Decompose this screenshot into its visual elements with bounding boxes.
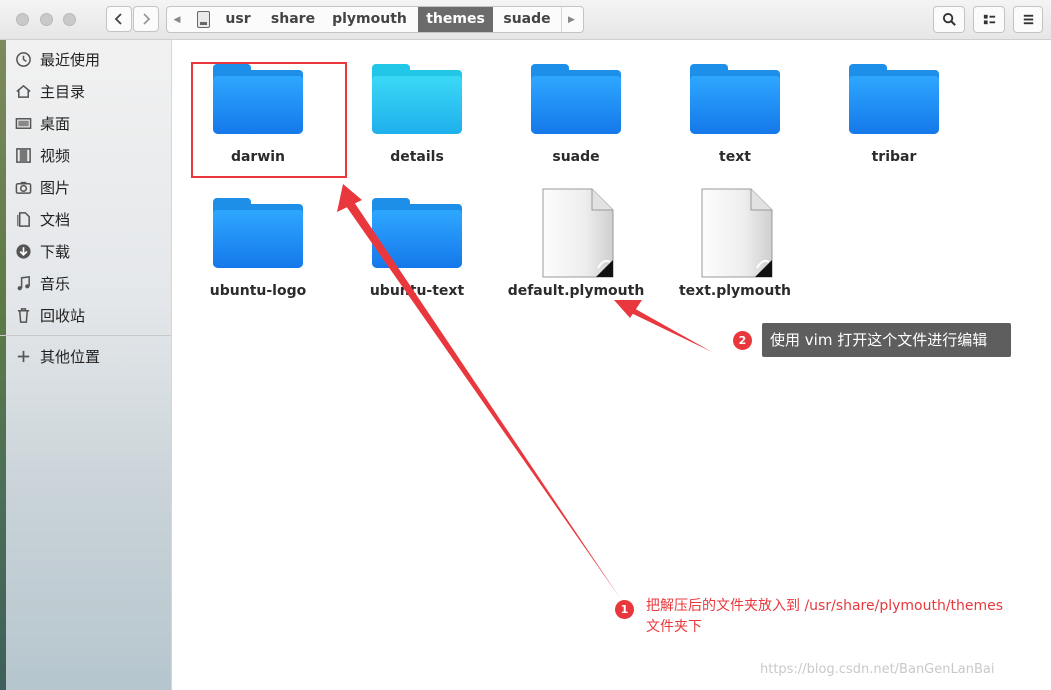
step-1-note-line1: 把解压后的文件夹放入到 /usr/share/plymouth/themes [646,598,1004,614]
folder-icon [531,64,621,134]
step-2-callout: 使用 vim 打开这个文件进行编辑 [762,323,1011,357]
file-name: text.plymouth [678,283,791,299]
sidebar-item-label: 最近使用 [40,50,101,69]
file-item-text-plymouth[interactable]: text.plymouth [660,188,810,326]
trash-icon [14,306,32,324]
music-icon [14,274,32,292]
file-name: default.plymouth [507,283,645,299]
breadcrumb-item-themes[interactable]: themes [418,7,493,32]
clock-icon [14,50,32,68]
sidebar-item-label: 桌面 [40,114,71,133]
file-item-ubuntu-logo[interactable]: ubuntu-logo [183,196,333,326]
desktop-icon [14,114,32,132]
sidebar-item-label: 文档 [40,210,71,229]
sidebar-item-label: 其他位置 [40,347,101,366]
film-icon [14,146,32,164]
sidebar-divider [0,335,171,336]
sidebar-item-pictures[interactable]: 图片 [14,173,70,201]
breadcrumb-item-suade[interactable]: suade [495,7,559,32]
folder-icon [849,64,939,134]
file-name: ubuntu-logo [209,283,307,299]
window-minimize-dot[interactable] [40,13,53,26]
file-item-text[interactable]: text [660,62,810,192]
forward-button[interactable] [133,6,159,32]
breadcrumb-item-share[interactable]: share [263,7,323,32]
folder-icon [213,198,303,268]
step-badge-2: 2 [733,331,752,350]
sidebar-item-label: 视频 [40,146,71,165]
step-1-note: 把解压后的文件夹放入到 /usr/share/plymouth/themes 文… [646,596,1046,638]
sidebar-item-label: 下载 [40,242,71,261]
sidebar-item-documents[interactable]: 文档 [14,205,70,233]
file-name: suade [552,149,600,165]
file-item-details[interactable]: details [342,62,492,192]
sidebar-item-recent[interactable]: 最近使用 [14,45,100,73]
chevron-left-icon [114,13,122,25]
sidebar-item-downloads[interactable]: 下载 [14,237,70,265]
desktop-wallpaper-edge [0,40,6,690]
file-item-tribar[interactable]: tribar [819,62,969,192]
window-close-dot[interactable] [16,13,29,26]
list-view-icon [983,14,995,25]
sidebar-item-label: 图片 [40,178,71,197]
highlight-box-darwin [191,62,347,178]
sidebar: 最近使用 主目录 桌面 视频 图片 文档 下载 音乐 回收站 其他位置 [0,40,172,690]
back-button[interactable] [106,6,132,32]
breadcrumb: ◀ usr share plymouth themes suade ▶ [166,6,584,33]
sidebar-item-trash[interactable]: 回收站 [14,301,85,329]
file-item-ubuntu-text[interactable]: ubuntu-text [342,196,492,326]
breadcrumb-scroll-left-icon[interactable]: ◀ [167,7,187,32]
view-toggle-button[interactable] [973,6,1005,33]
folder-icon [690,64,780,134]
hamburger-menu-icon [1023,14,1033,25]
menu-button[interactable] [1013,6,1043,33]
sidebar-item-label: 音乐 [40,274,71,293]
sidebar-item-label: 主目录 [40,82,86,101]
folder-icon [372,64,462,134]
file-name: details [390,149,444,165]
search-button[interactable] [933,6,965,33]
breadcrumb-scroll-right-icon[interactable]: ▶ [561,7,581,32]
file-item-default-plymouth[interactable]: default.plymouth [501,188,651,326]
breadcrumb-item-usr[interactable]: usr [217,7,259,32]
watermark-text: https://blog.csdn.net/BanGenLanBai [760,662,995,677]
step-badge-1: 1 [615,600,634,619]
text-file-icon [542,188,614,278]
file-name: ubuntu-text [369,283,465,299]
sidebar-item-desktop[interactable]: 桌面 [14,109,70,137]
header-bar: ◀ usr share plymouth themes suade ▶ [0,0,1051,40]
disk-icon[interactable] [197,11,210,28]
download-icon [14,242,32,260]
file-item-suade[interactable]: suade [501,62,651,192]
sidebar-item-music[interactable]: 音乐 [14,269,70,297]
document-icon [14,210,32,228]
step-1-note-line2: 文件夹下 [646,619,702,635]
window-maximize-dot[interactable] [63,13,76,26]
plus-icon [14,347,32,365]
text-file-icon [701,188,773,278]
sidebar-item-videos[interactable]: 视频 [14,141,70,169]
search-icon [942,12,956,26]
sidebar-item-other-locations[interactable]: 其他位置 [14,342,100,370]
breadcrumb-item-plymouth[interactable]: plymouth [327,7,412,32]
chevron-right-icon [143,13,151,25]
file-name: text [719,149,751,165]
camera-icon [14,178,32,196]
folder-icon [372,198,462,268]
sidebar-item-home[interactable]: 主目录 [14,77,85,105]
home-icon [14,82,32,100]
file-name: tribar [871,149,917,165]
sidebar-item-label: 回收站 [40,306,86,325]
